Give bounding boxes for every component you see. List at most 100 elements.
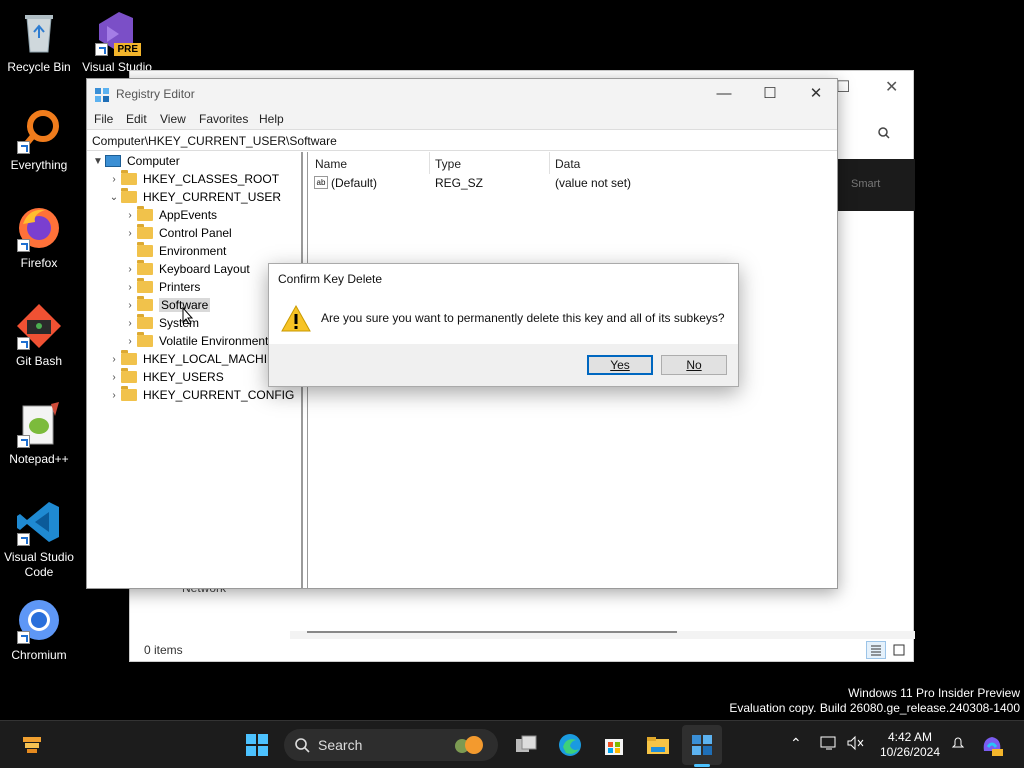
- menu-favorites[interactable]: Favorites: [199, 112, 248, 126]
- no-button[interactable]: No: [661, 355, 727, 375]
- partial-text: Smart: [851, 178, 881, 190]
- desktop-icon-git-bash[interactable]: Git Bash: [0, 302, 78, 369]
- folder-icon: [137, 296, 153, 311]
- search-icon[interactable]: [878, 127, 890, 139]
- tree-node-keyboard-layout[interactable]: › Keyboard Layout: [123, 260, 250, 278]
- shortcut-arrow-icon: [17, 337, 30, 350]
- recycle-bin-icon: [15, 8, 63, 56]
- close-button[interactable]: ✕: [793, 79, 839, 109]
- chevron-right-icon[interactable]: ›: [123, 228, 137, 239]
- large-icons-view-button[interactable]: [889, 641, 909, 659]
- volume-muted-icon[interactable]: [846, 735, 864, 754]
- no-button-label: No: [686, 358, 702, 372]
- chevron-right-icon[interactable]: ›: [107, 390, 121, 401]
- taskbar-search-box[interactable]: Search: [284, 729, 498, 761]
- tree-node-computer[interactable]: ▼ Computer: [91, 152, 180, 170]
- desktop-icon-label: Recycle Bin: [7, 60, 71, 74]
- tree-node-label: Environment: [159, 244, 227, 258]
- menu-file[interactable]: File: [94, 112, 113, 126]
- chevron-up-icon[interactable]: ⌃: [790, 735, 802, 752]
- chevron-right-icon[interactable]: ›: [107, 372, 121, 383]
- desktop-icon-everything[interactable]: Everything: [0, 106, 78, 173]
- menu-view[interactable]: View: [160, 112, 186, 126]
- tree-node-volatile-environment[interactable]: › Volatile Environment: [123, 332, 268, 350]
- column-type[interactable]: Type: [435, 157, 461, 171]
- column-data[interactable]: Data: [555, 157, 580, 171]
- chevron-right-icon[interactable]: ›: [123, 300, 137, 311]
- network-icon[interactable]: [820, 735, 838, 754]
- menu-edit[interactable]: Edit: [126, 112, 147, 126]
- chevron-right-icon[interactable]: ›: [123, 318, 137, 329]
- tree-node-appevents[interactable]: › AppEvents: [123, 206, 217, 224]
- tree-node-printers[interactable]: › Printers: [123, 278, 200, 296]
- start-button-windows-icon[interactable]: [245, 733, 269, 757]
- desktop-icon-recycle-bin[interactable]: Recycle Bin: [0, 8, 78, 75]
- tree-node-hkcr[interactable]: › HKEY_CLASSES_ROOT: [107, 170, 279, 188]
- close-icon[interactable]: ✕: [885, 77, 898, 97]
- tree-node-hkcu[interactable]: ⌄ HKEY_CURRENT_USER: [107, 188, 281, 206]
- evaluation-watermark-line2: Evaluation copy. Build 26080.ge_release.…: [729, 701, 1020, 715]
- menu-help[interactable]: Help: [259, 112, 284, 126]
- folder-icon: [121, 368, 137, 383]
- clock-date: 10/26/2024: [879, 745, 941, 759]
- chevron-right-icon[interactable]: ›: [123, 282, 137, 293]
- notification-bell-icon[interactable]: [950, 735, 966, 754]
- value-row[interactable]: ab (Default) REG_SZ (value not set): [308, 174, 837, 192]
- chevron-right-icon[interactable]: ›: [107, 354, 121, 365]
- tree-node-label: Keyboard Layout: [159, 262, 250, 276]
- address-bar[interactable]: Computer\HKEY_CURRENT_USER\Software: [87, 129, 837, 151]
- chevron-right-icon[interactable]: ›: [107, 174, 121, 185]
- chevron-right-icon[interactable]: ›: [123, 336, 137, 347]
- folder-icon: [137, 206, 153, 221]
- chevron-right-icon[interactable]: ›: [123, 264, 137, 275]
- desktop-icon-firefox[interactable]: Firefox: [0, 204, 78, 271]
- horizontal-scrollbar[interactable]: [290, 631, 915, 639]
- confirm-key-delete-dialog[interactable]: Confirm Key Delete Are you sure you want…: [268, 263, 739, 387]
- visual-studio-pre-icon: PRE: [93, 8, 141, 56]
- maximize-button[interactable]: ☐: [747, 79, 793, 109]
- column-name[interactable]: Name: [315, 157, 347, 171]
- chromium-icon: [15, 596, 63, 644]
- system-clock[interactable]: 4:42 AM 10/26/2024: [876, 730, 944, 760]
- registry-editor-taskbar-icon[interactable]: [690, 733, 714, 757]
- everything-search-icon: [15, 106, 63, 154]
- tree-node-hklm[interactable]: › HKEY_LOCAL_MACHINE: [107, 350, 284, 368]
- chevron-down-icon[interactable]: ▼: [91, 156, 105, 167]
- desktop-icon-vscode[interactable]: Visual Studio Code: [0, 498, 78, 580]
- chevron-right-icon[interactable]: ›: [123, 210, 137, 221]
- shortcut-arrow-icon: [17, 533, 30, 546]
- yes-button[interactable]: Yes: [587, 355, 653, 375]
- tree-node-control-panel[interactable]: › Control Panel: [123, 224, 232, 242]
- folder-icon: [121, 350, 137, 365]
- folder-icon: [121, 170, 137, 185]
- mouse-cursor-icon: [182, 306, 194, 325]
- git-bash-icon: [15, 302, 63, 350]
- tree-node-software[interactable]: › Software: [123, 296, 211, 314]
- file-explorer-icon[interactable]: [646, 733, 670, 757]
- desktop-icon-chromium[interactable]: Chromium: [0, 596, 78, 663]
- copilot-pre-icon[interactable]: [980, 733, 1004, 757]
- tree-node-hku[interactable]: › HKEY_USERS: [107, 368, 224, 386]
- microsoft-store-icon[interactable]: [602, 733, 626, 757]
- desktop-icon-label: Notepad++: [9, 452, 69, 466]
- title-bar[interactable]: Registry Editor — ☐ ✕: [87, 79, 837, 109]
- task-view-icon[interactable]: [514, 733, 538, 757]
- tree-node-label: HKEY_CLASSES_ROOT: [143, 172, 280, 186]
- desktop-icon-label: Chromium: [11, 648, 67, 662]
- desktop-icon-notepad-plus-plus[interactable]: Notepad++: [0, 400, 78, 467]
- widgets-icon[interactable]: [20, 733, 44, 757]
- folder-icon: [121, 188, 137, 203]
- column-separator[interactable]: [549, 152, 550, 174]
- edge-icon[interactable]: [558, 733, 582, 757]
- details-view-button[interactable]: [866, 641, 886, 659]
- minimize-button[interactable]: —: [701, 79, 747, 109]
- tree-node-label: Printers: [159, 280, 201, 294]
- tree-node-environment[interactable]: Environment: [123, 242, 226, 260]
- column-separator[interactable]: [429, 152, 430, 174]
- tree-node-label: HKEY_CURRENT_CONFIG: [143, 388, 295, 402]
- chevron-down-icon[interactable]: ⌄: [107, 192, 121, 203]
- tree-node-hkcc[interactable]: › HKEY_CURRENT_CONFIG: [107, 386, 294, 404]
- desktop-icon-label: Everything: [10, 158, 68, 172]
- scroll-thumb[interactable]: [307, 631, 677, 633]
- desktop-icon-visual-studio[interactable]: PRE Visual Studio 2022 P: [78, 8, 156, 75]
